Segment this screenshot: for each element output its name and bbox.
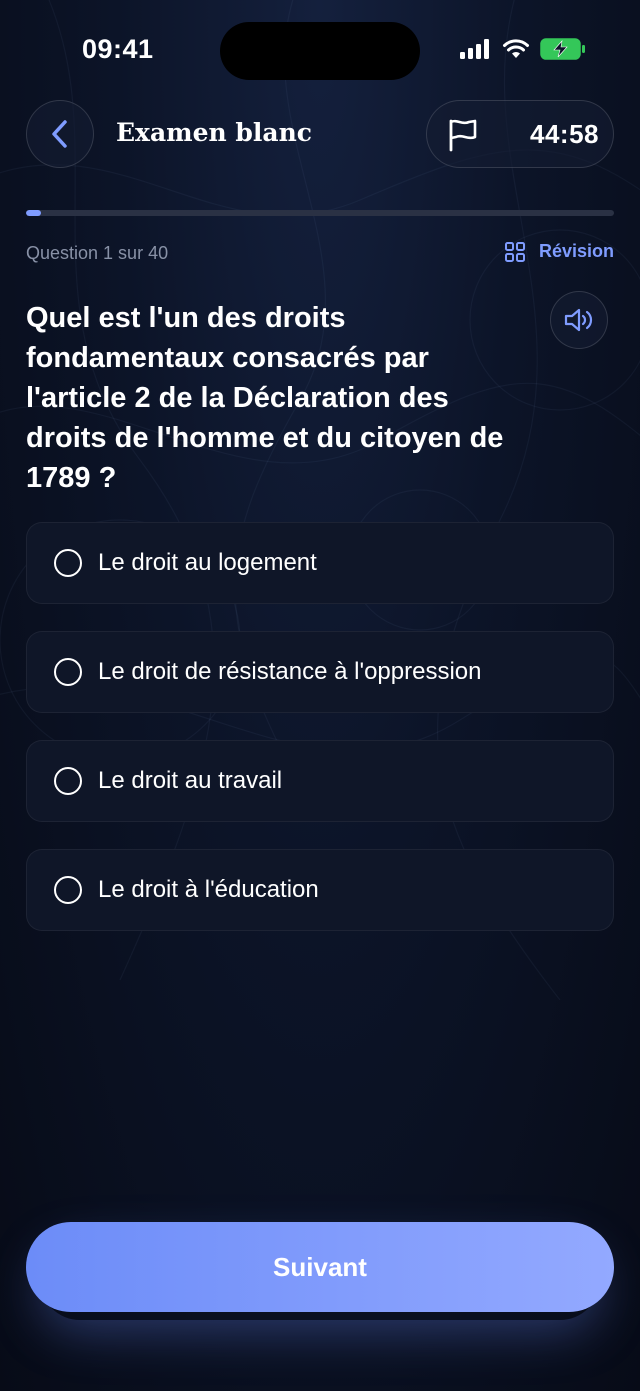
revision-button[interactable]: Révision [504,241,614,262]
back-button[interactable] [26,100,94,168]
progress-fill [26,210,41,216]
radio-icon[interactable] [54,658,82,686]
answer-option-label: Le droit au travail [98,767,283,794]
speaker-icon [564,308,593,332]
answer-option-label: Le droit à l'éducation [98,876,319,903]
radio-icon[interactable] [54,549,82,577]
grid-icon [504,241,525,262]
cellular-signal-icon [460,39,489,59]
answer-option[interactable]: Le droit de résistance à l'oppression [26,631,614,713]
answer-option[interactable]: Le droit au travail [26,740,614,822]
revision-label: Révision [538,241,614,261]
status-time: 09:41 [82,34,154,64]
next-button[interactable]: Suivant [26,1222,614,1312]
radio-icon[interactable] [54,876,82,904]
page-title: Examen blanc [116,118,312,147]
flag-button[interactable] [445,117,481,153]
exam-timer: 44:58 [530,119,599,149]
wifi-icon [503,39,529,58]
flag-icon [449,119,477,152]
exam-screen: 09:41 Examen blanc 44:58 Question 1 sur … [0,0,640,1391]
progress-bar [26,210,614,216]
answer-option[interactable]: Le droit à l'éducation [26,849,614,931]
answer-option-label: Le droit au logement [98,549,317,576]
status-icons [460,38,586,60]
dynamic-island [220,22,420,80]
radio-icon[interactable] [54,767,82,795]
question-counter: Question 1 sur 40 [26,243,169,263]
chevron-left-icon [52,120,67,148]
answer-option-label: Le droit de résistance à l'oppression [98,658,482,685]
status-bar: 09:41 [0,0,640,100]
answer-option[interactable]: Le droit au logement [26,522,614,604]
answer-options: Le droit au logement Le droit de résista… [26,522,614,958]
battery-charging-icon [540,38,585,60]
audio-button[interactable] [550,291,608,349]
header-actions: 44:58 [426,100,614,168]
question-text: Quel est l'un des droits fondamentaux co… [26,302,504,494]
